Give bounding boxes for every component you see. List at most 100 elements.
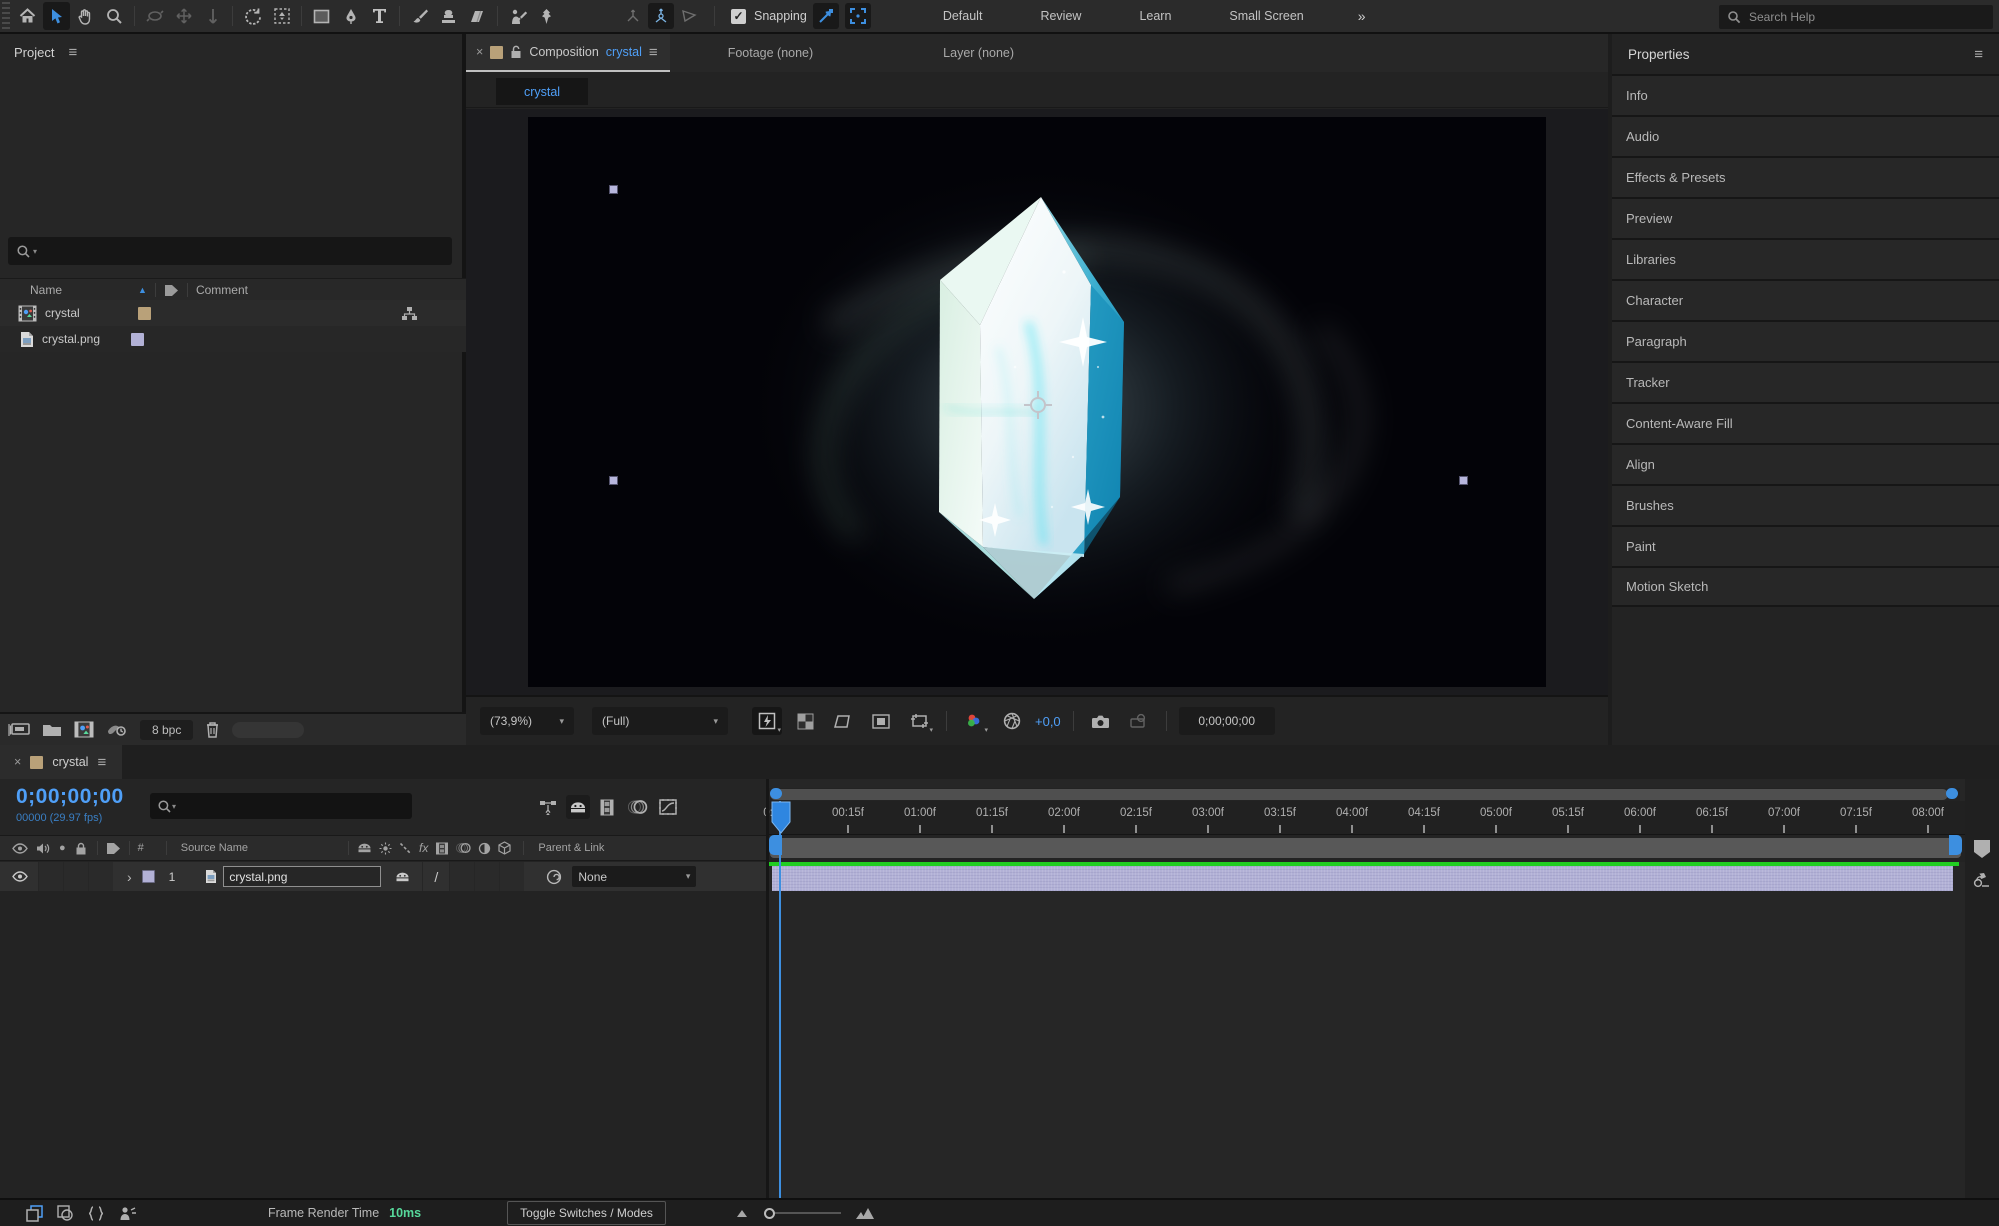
workspace-learn[interactable]: Learn [1139, 9, 1171, 23]
snap-to-features-button[interactable] [844, 3, 871, 29]
frame-blending-button[interactable] [596, 795, 620, 819]
lock-cell[interactable] [89, 862, 113, 891]
layer-handle-top-left[interactable] [609, 185, 618, 194]
panel-row-paint[interactable]: Paint [1612, 525, 1999, 566]
column-source-name[interactable]: Source Name [181, 842, 248, 854]
fast-previews-button[interactable]: ▾ [752, 707, 782, 735]
blend-mode-icon[interactable] [57, 1205, 73, 1221]
panel-row-paragraph[interactable]: Paragraph [1612, 320, 1999, 361]
crop-to-roi-button[interactable]: ▾ [904, 707, 934, 735]
lock-icon[interactable] [75, 842, 87, 855]
new-composition-icon[interactable] [74, 721, 94, 738]
solo-icon[interactable]: ● [59, 842, 66, 854]
motion-blur-cell[interactable] [500, 862, 525, 891]
timeline-zoom-track[interactable] [774, 1212, 841, 1214]
fx-cell[interactable] [450, 862, 475, 891]
playhead-line[interactable] [779, 801, 781, 1198]
rectangle-tool[interactable] [308, 2, 335, 30]
video-eye-icon[interactable] [12, 842, 28, 854]
world-axis-mode[interactable] [648, 3, 674, 29]
selection-tool[interactable] [43, 2, 70, 30]
panel-row-tracker[interactable]: Tracker [1612, 361, 1999, 402]
project-item-crystal[interactable]: crystal [0, 300, 466, 326]
timeline-search-field[interactable]: ▾ [150, 793, 412, 819]
sort-ascending-icon[interactable]: ▲ [138, 285, 147, 295]
comp-marker-bin-icon[interactable] [1973, 839, 1991, 859]
navigator-end-handle[interactable] [1946, 788, 1958, 799]
graph-editor-button[interactable] [656, 795, 680, 819]
panel-row-audio[interactable]: Audio [1612, 115, 1999, 156]
workspace-default[interactable]: Default [943, 9, 983, 23]
current-time-indicator[interactable] [770, 801, 792, 835]
snap-along-edges-button[interactable] [812, 3, 839, 29]
layer-row-1[interactable]: › 1 crystal.png / None ▾ [0, 862, 766, 891]
tab-composition[interactable]: × Composition crystal ≡ [466, 34, 670, 72]
view-axis-mode[interactable] [676, 3, 702, 29]
unlock-icon[interactable] [510, 45, 522, 59]
horizontal-scrollbar[interactable] [232, 721, 305, 738]
workspace-overflow-button[interactable]: » [1358, 8, 1366, 24]
region-of-interest-button[interactable] [828, 707, 858, 735]
layer-duration-bar[interactable] [772, 866, 1953, 891]
viewport-pasteboard[interactable] [466, 109, 1608, 777]
workspace-review[interactable]: Review [1040, 9, 1081, 23]
timeline-navigator[interactable] [769, 788, 1960, 801]
panel-row-motion-sketch[interactable]: Motion Sketch [1612, 566, 1999, 607]
layer-name-field[interactable]: crystal.png [223, 866, 382, 887]
close-icon[interactable]: × [14, 755, 21, 769]
dolly-camera-tool[interactable] [199, 2, 226, 30]
layer-video-eye-icon[interactable] [12, 871, 28, 882]
rotation-tool[interactable] [239, 2, 266, 30]
parent-link-dropdown[interactable]: None ▾ [572, 866, 697, 887]
roto-brush-tool[interactable] [504, 2, 531, 30]
subtab-crystal[interactable]: crystal [496, 78, 588, 105]
panel-row-libraries[interactable]: Libraries [1612, 238, 1999, 279]
interpret-footage-icon[interactable] [8, 722, 30, 738]
magnification-dropdown[interactable]: (73,9%) ▾ [480, 707, 574, 735]
show-snapshot-button[interactable] [1124, 707, 1154, 735]
search-options-caret[interactable]: ▾ [172, 802, 176, 811]
transparency-grid-button[interactable] [790, 707, 820, 735]
guides-safe-areas-button[interactable] [866, 707, 896, 735]
motion-blur-button[interactable] [626, 795, 650, 819]
in-out-brackets-icon[interactable] [87, 1205, 105, 1221]
workspace-small-screen[interactable]: Small Screen [1229, 9, 1303, 23]
viewer-timecode-field[interactable]: 0;00;00;00 [1178, 707, 1275, 735]
zoom-out-mountain-icon[interactable] [736, 1209, 748, 1218]
project-search-field[interactable]: ▾ [8, 237, 452, 265]
time-ruler[interactable]: 0:00f 00:15f 01:00f 01:15f 02:00f 02:15f… [763, 801, 1965, 835]
panel-menu-icon[interactable]: ≡ [649, 44, 658, 61]
panel-menu-icon[interactable]: ≡ [97, 754, 106, 771]
close-icon[interactable]: × [476, 45, 483, 59]
zoom-tool[interactable] [101, 2, 128, 30]
panel-row-content-aware-fill[interactable]: Content-Aware Fill [1612, 402, 1999, 443]
pen-tool[interactable] [337, 2, 364, 30]
timeline-zoom-slider[interactable] [763, 1207, 775, 1219]
column-parent-link[interactable]: Parent & Link [538, 842, 604, 854]
data-workflow-icon[interactable] [26, 1204, 43, 1222]
layer-label-swatch[interactable] [141, 870, 155, 883]
panel-row-effects-presets[interactable]: Effects & Presets [1612, 156, 1999, 197]
work-area-end-handle[interactable] [1949, 835, 1962, 855]
layer-expander-icon[interactable]: › [127, 869, 132, 885]
layer-handle-right[interactable] [1459, 476, 1468, 485]
trash-icon[interactable] [205, 721, 220, 738]
column-comment[interactable]: Comment [196, 283, 248, 297]
exposure-value[interactable]: +0,0 [1035, 714, 1061, 729]
label-tag-icon[interactable] [164, 284, 179, 297]
local-axis-mode[interactable] [620, 3, 646, 29]
exposure-reset-button[interactable] [997, 707, 1027, 735]
panel-row-info[interactable]: Info [1612, 74, 1999, 115]
layer-shy-icon[interactable] [395, 871, 410, 883]
take-snapshot-button[interactable] [1086, 707, 1116, 735]
orbit-camera-tool[interactable] [141, 2, 168, 30]
project-item-crystal-png[interactable]: crystal.png [0, 326, 466, 352]
toggle-switches-modes-button[interactable]: Toggle Switches / Modes [507, 1201, 666, 1225]
label-tag-icon[interactable] [106, 842, 121, 855]
shy-toggle-button[interactable] [566, 795, 590, 819]
layer-quality-toggle[interactable]: / [423, 869, 449, 885]
camera-bounds-tool[interactable] [268, 2, 295, 30]
navigator-start-handle[interactable] [770, 788, 782, 799]
timeline-tab-crystal[interactable]: × crystal ≡ [0, 745, 123, 779]
current-time-field[interactable]: 0;00;00;00 [16, 785, 124, 809]
